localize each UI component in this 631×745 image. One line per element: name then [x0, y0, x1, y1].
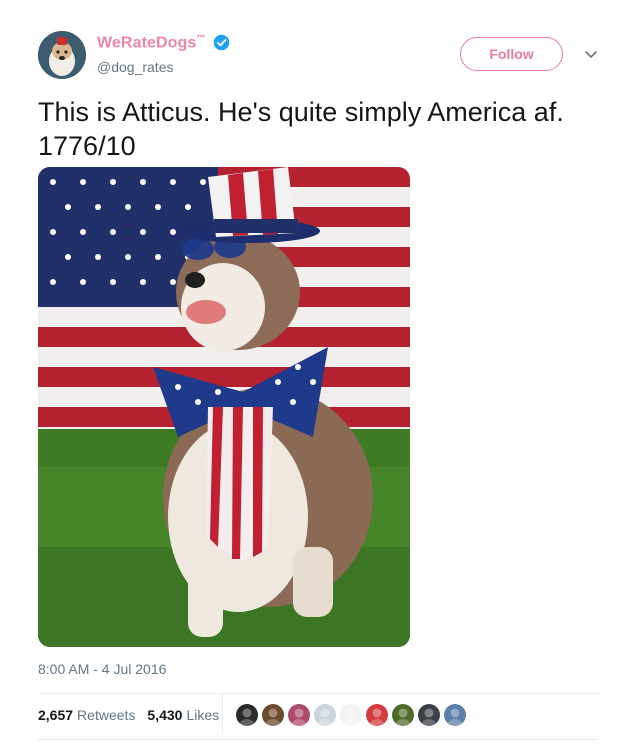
likes-stat[interactable]: 5,430 Likes — [147, 707, 219, 723]
chevron-down-icon[interactable] — [583, 46, 599, 62]
retweets-stat[interactable]: 2,657 Retweets — [38, 707, 135, 723]
tweet-text: This is Atticus. He's quite simply Ameri… — [38, 95, 598, 163]
author-name[interactable]: WeRateDogs™ — [97, 33, 206, 52]
author-name-row[interactable]: WeRateDogs™ — [97, 33, 230, 52]
dog-avatar-icon — [38, 31, 86, 79]
liker-avatar-5-icon[interactable] — [340, 704, 362, 726]
liker-avatar-7-icon[interactable] — [392, 704, 414, 726]
likes-count: 5,430 — [147, 707, 183, 723]
retweets-count: 2,657 — [38, 707, 74, 723]
author-handle[interactable]: @dog_rates — [97, 59, 173, 75]
liker-avatar-9-icon[interactable] — [444, 704, 466, 726]
liker-avatar-2-icon[interactable] — [262, 704, 284, 726]
retweets-label: Retweets — [77, 707, 136, 723]
tweet-photo[interactable] — [38, 167, 410, 647]
follow-button[interactable]: Follow — [460, 37, 563, 71]
liker-avatar-4-icon[interactable] — [314, 704, 336, 726]
stats-separator — [222, 694, 223, 734]
liker-avatar-6-icon[interactable] — [366, 704, 388, 726]
tweet-text-line-1: This is Atticus. He's quite simply Ameri… — [38, 97, 564, 127]
divider-top — [38, 693, 598, 694]
tweet-timestamp[interactable]: 8:00 AM - 4 Jul 2016 — [38, 661, 166, 677]
tweet-stats: 2,657 Retweets 5,430 Likes — [38, 707, 231, 723]
liker-avatar-3-icon[interactable] — [288, 704, 310, 726]
divider-bottom — [38, 739, 598, 740]
photo-dog-in-patriotic-costume-icon — [38, 167, 410, 647]
liker-avatar-8-icon[interactable] — [418, 704, 440, 726]
tweet-text-line-2: 1776/10 — [38, 131, 136, 161]
author-avatar[interactable] — [38, 31, 86, 79]
verified-badge-icon — [213, 34, 229, 51]
liker-avatar-1-icon[interactable] — [236, 704, 258, 726]
likes-label: Likes — [186, 707, 220, 723]
liker-avatars — [236, 704, 466, 726]
